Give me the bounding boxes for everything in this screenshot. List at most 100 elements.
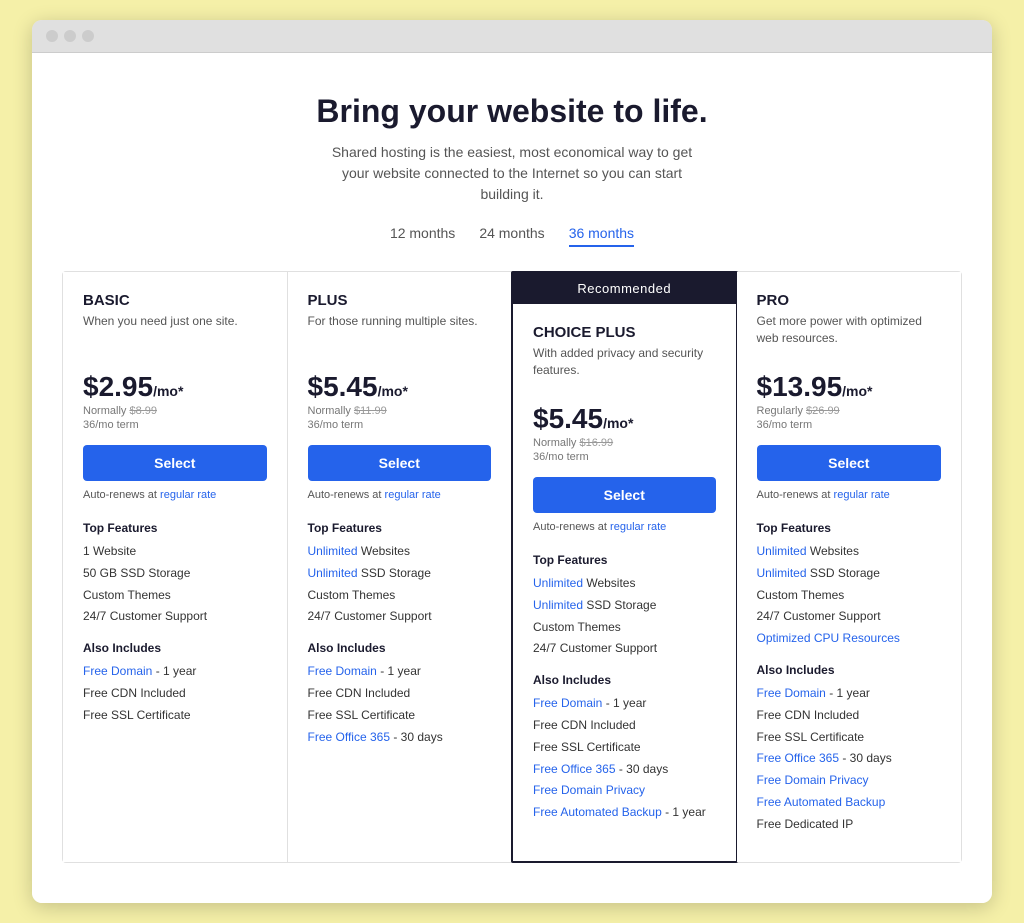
plan-pro-feat-4: 24/7 Customer Support — [757, 608, 942, 625]
plan-plus-term: 36/mo term — [308, 419, 492, 431]
plan-pro-feat-3: Custom Themes — [757, 587, 942, 604]
plan-plus-features-title: Top Features — [308, 521, 492, 535]
plan-plus-feat-4: 24/7 Customer Support — [308, 608, 492, 625]
browser-window: Bring your website to life. Shared hosti… — [32, 20, 992, 903]
plan-basic-normally: Normally $8.99 — [83, 405, 267, 417]
plan-basic-price: $2.95/mo* — [83, 371, 267, 403]
plan-basic: BASIC When you need just one site. $2.95… — [63, 272, 288, 862]
plan-plus-inc-4: Free Office 365 - 30 days — [308, 729, 492, 746]
browser-dot-yellow — [64, 30, 76, 42]
plan-choice-name: CHOICE PLUS — [533, 324, 716, 341]
term-tabs: 12 months 24 months 36 months — [62, 225, 962, 247]
plan-basic-select[interactable]: Select — [83, 445, 267, 481]
plan-plus-unlimited-sites[interactable]: Unlimited — [308, 544, 358, 558]
recommended-badge: Recommended — [513, 273, 736, 304]
page-title: Bring your website to life. — [62, 93, 962, 130]
plan-choice-select[interactable]: Select — [533, 477, 716, 513]
plan-plus: PLUS For those running multiple sites. $… — [288, 272, 513, 862]
plan-choice-plus: Recommended CHOICE PLUS With added priva… — [511, 271, 738, 863]
plan-pro-feat-1: Unlimited Websites — [757, 543, 942, 560]
browser-dot-red — [46, 30, 58, 42]
plan-choice-backup-link[interactable]: Free Automated Backup — [533, 805, 662, 819]
plan-plus-feat-1: Unlimited Websites — [308, 543, 492, 560]
plan-choice-rate-link[interactable]: regular rate — [610, 521, 666, 533]
plan-plus-inc-2: Free CDN Included — [308, 685, 492, 702]
plan-basic-inc-3: Free SSL Certificate — [83, 707, 267, 724]
plan-choice-desc: With added privacy and security features… — [533, 345, 716, 387]
plan-basic-feat-1: 1 Website — [83, 543, 267, 560]
term-tab-36[interactable]: 36 months — [569, 225, 634, 247]
term-tab-24[interactable]: 24 months — [479, 225, 544, 247]
browser-dot-green — [82, 30, 94, 42]
plan-choice-feat-3: Custom Themes — [533, 619, 716, 636]
plan-plus-office-link[interactable]: Free Office 365 — [308, 730, 391, 744]
plan-basic-autorenew: Auto-renews at regular rate — [83, 489, 267, 501]
plan-basic-inc-1: Free Domain - 1 year — [83, 663, 267, 680]
plan-basic-also-title: Also Includes — [83, 641, 267, 655]
plan-choice-normally: Normally $16.99 — [533, 437, 716, 449]
plan-pro-unlimited-sites[interactable]: Unlimited — [757, 544, 807, 558]
plan-plus-normally: Normally $11.99 — [308, 405, 492, 417]
plan-pro-domain-link[interactable]: Free Domain — [757, 686, 826, 700]
plan-basic-feat-2: 50 GB SSD Storage — [83, 565, 267, 582]
term-tab-12[interactable]: 12 months — [390, 225, 455, 247]
plan-pro-office-link[interactable]: Free Office 365 — [757, 751, 840, 765]
browser-toolbar — [32, 20, 992, 53]
plan-basic-name: BASIC — [83, 292, 267, 309]
plan-pro-autorenew: Auto-renews at regular rate — [757, 489, 942, 501]
plan-pro-rate-link[interactable]: regular rate — [834, 489, 890, 501]
plan-pro-privacy-link[interactable]: Free Domain Privacy — [757, 773, 869, 787]
plan-plus-unlimited-storage[interactable]: Unlimited — [308, 566, 358, 580]
plan-pro-inc-1: Free Domain - 1 year — [757, 685, 942, 702]
plan-choice-unlimited-sites[interactable]: Unlimited — [533, 576, 583, 590]
plan-pro-desc: Get more power with optimized web resour… — [757, 313, 942, 355]
plan-pro-inc-5: Free Domain Privacy — [757, 772, 942, 789]
plan-pro: PRO Get more power with optimized web re… — [737, 272, 962, 862]
plans-container: BASIC When you need just one site. $2.95… — [62, 271, 962, 863]
plan-choice-unlimited-storage[interactable]: Unlimited — [533, 598, 583, 612]
plan-pro-also-title: Also Includes — [757, 663, 942, 677]
plan-choice-inc-2: Free CDN Included — [533, 717, 716, 734]
plan-pro-inc-4: Free Office 365 - 30 days — [757, 750, 942, 767]
plan-choice-autorenew: Auto-renews at regular rate — [533, 521, 716, 533]
plan-basic-desc: When you need just one site. — [83, 313, 267, 355]
plan-pro-inc-7: Free Dedicated IP — [757, 816, 942, 833]
plan-choice-inc-3: Free SSL Certificate — [533, 739, 716, 756]
plan-choice-also-title: Also Includes — [533, 673, 716, 687]
plan-basic-term: 36/mo term — [83, 419, 267, 431]
plan-plus-feat-3: Custom Themes — [308, 587, 492, 604]
plan-pro-inc-6: Free Automated Backup — [757, 794, 942, 811]
plan-basic-feat-4: 24/7 Customer Support — [83, 608, 267, 625]
plan-basic-rate-link[interactable]: regular rate — [160, 489, 216, 501]
plan-basic-inc-2: Free CDN Included — [83, 685, 267, 702]
plan-plus-select[interactable]: Select — [308, 445, 492, 481]
plan-choice-feat-1: Unlimited Websites — [533, 575, 716, 592]
plan-plus-inc-1: Free Domain - 1 year — [308, 663, 492, 680]
plan-choice-inc-5: Free Domain Privacy — [533, 782, 716, 799]
plan-choice-term: 36/mo term — [533, 451, 716, 463]
plan-choice-inc-4: Free Office 365 - 30 days — [533, 761, 716, 778]
plan-plus-feat-2: Unlimited SSD Storage — [308, 565, 492, 582]
plan-plus-autorenew: Auto-renews at regular rate — [308, 489, 492, 501]
plan-pro-term: 36/mo term — [757, 419, 942, 431]
plan-choice-price: $5.45/mo* — [533, 403, 716, 435]
plan-plus-inc-3: Free SSL Certificate — [308, 707, 492, 724]
plan-basic-features-title: Top Features — [83, 521, 267, 535]
plan-plus-domain-link[interactable]: Free Domain — [308, 664, 377, 678]
plan-pro-normally: Regularly $26.99 — [757, 405, 942, 417]
page-subtitle: Shared hosting is the easiest, most econ… — [322, 142, 702, 205]
plan-pro-unlimited-storage[interactable]: Unlimited — [757, 566, 807, 580]
plan-pro-select[interactable]: Select — [757, 445, 942, 481]
plan-choice-features-title: Top Features — [533, 553, 716, 567]
plan-pro-cpu-link[interactable]: Optimized CPU Resources — [757, 631, 900, 645]
plan-plus-rate-link[interactable]: regular rate — [385, 489, 441, 501]
plan-choice-office-link[interactable]: Free Office 365 — [533, 762, 616, 776]
plan-choice-domain-link[interactable]: Free Domain — [533, 696, 602, 710]
plan-pro-inc-3: Free SSL Certificate — [757, 729, 942, 746]
plan-plus-name: PLUS — [308, 292, 492, 309]
plan-plus-price: $5.45/mo* — [308, 371, 492, 403]
plan-choice-privacy-link[interactable]: Free Domain Privacy — [533, 783, 645, 797]
plan-choice-inc-1: Free Domain - 1 year — [533, 695, 716, 712]
plan-basic-domain-link[interactable]: Free Domain — [83, 664, 152, 678]
plan-pro-backup-link[interactable]: Free Automated Backup — [757, 795, 886, 809]
